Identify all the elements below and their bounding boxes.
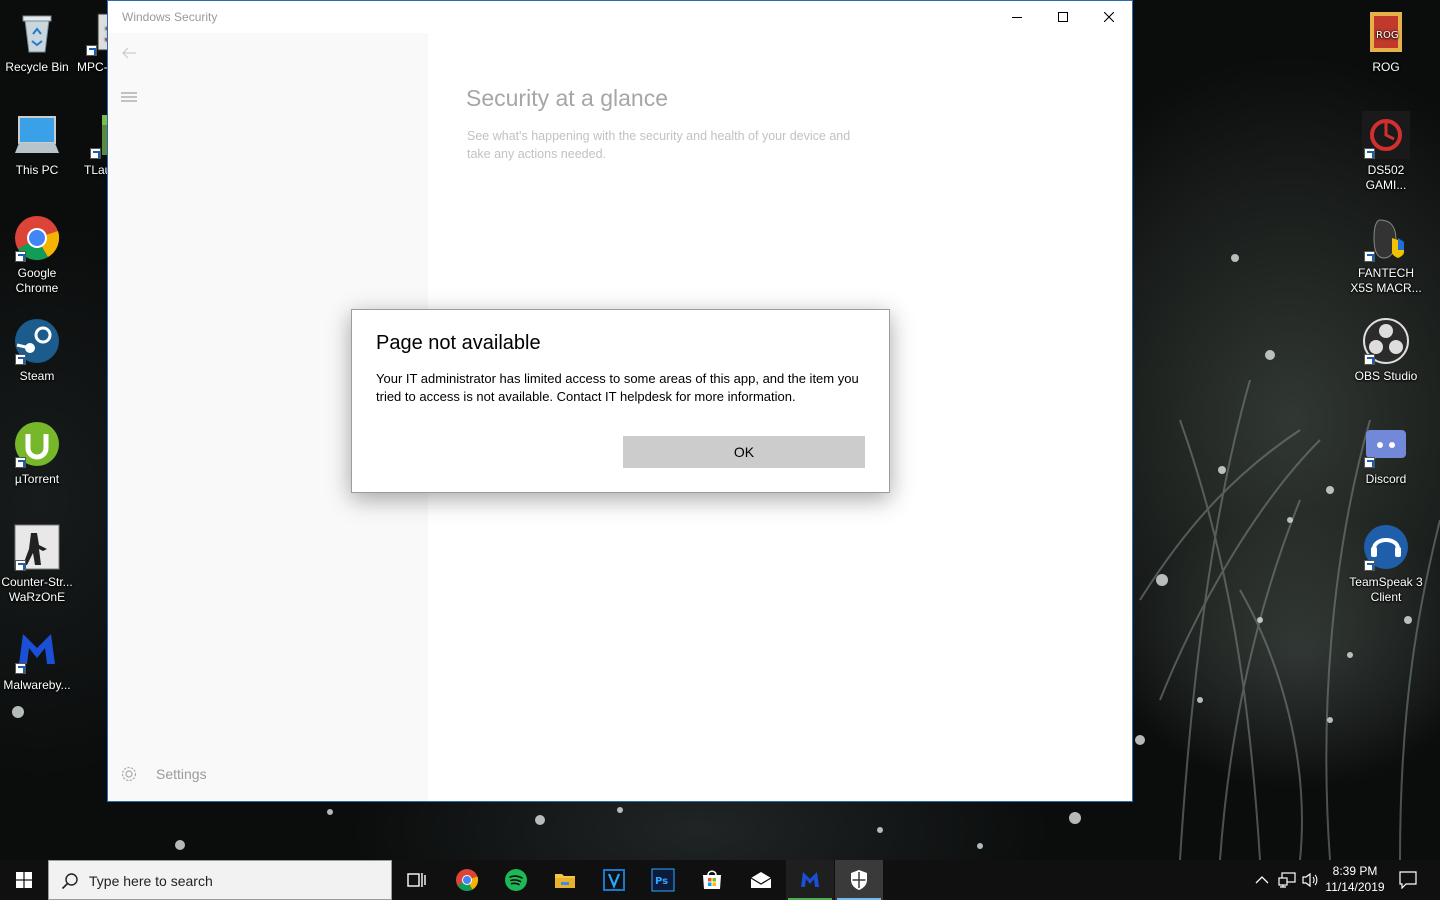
clock-date: 11/14/2019 [1325, 880, 1385, 894]
minimize-icon [1012, 17, 1022, 18]
notification-icon [1399, 871, 1417, 889]
malwarebytes-icon [801, 872, 819, 887]
desktop-icon-label: ROG [1372, 60, 1400, 74]
desktop-icon-label: OBS Studio [1354, 369, 1418, 383]
desktop-icon-label: µTorrent [14, 472, 60, 486]
desktop-icon-label: TeamSpeak 3 Client [1349, 575, 1423, 604]
photoshop-icon: Ps [651, 868, 675, 892]
windows-logo-icon [16, 872, 32, 888]
v-app-icon [603, 869, 625, 891]
desktop-icon-utorrent[interactable]: µTorrent [0, 420, 74, 487]
desktop-icon-label: TLau [84, 163, 108, 177]
taskbar: Type here to search Ps 8:39 PM 11/14/201… [0, 860, 1440, 900]
chrome-icon [456, 869, 479, 891]
desktop-icon-discord[interactable]: Discord [1349, 420, 1423, 487]
maximize-button[interactable] [1040, 1, 1086, 33]
start-button[interactable] [0, 860, 48, 900]
taskbar-v-app[interactable] [590, 860, 638, 900]
desktop-icon-mpc[interactable]: 3 MPC- [64, 8, 108, 75]
chevron-up-icon [1255, 876, 1269, 884]
taskbar-spotify[interactable] [492, 860, 540, 900]
hamburger-menu-icon [121, 92, 137, 102]
desktop-icon-teamspeak[interactable]: TeamSpeak 3 Client [1349, 523, 1423, 605]
close-button[interactable] [1086, 1, 1132, 33]
page-title: Security at a glance [466, 85, 669, 111]
desktop-icon-label: This PC [15, 163, 59, 177]
spotify-icon [505, 869, 527, 891]
sidebar-item-label: Settings [156, 766, 207, 782]
page-subtitle: See what's happening with the security a… [467, 129, 851, 161]
ok-button[interactable]: OK [623, 436, 865, 468]
taskbar-task-view[interactable] [392, 860, 440, 900]
taskbar-malwarebytes[interactable] [786, 860, 834, 900]
windows-security-icon [851, 870, 867, 890]
desktop-icon-label: Discord [1365, 472, 1407, 486]
clock-time: 8:39 PM [1332, 864, 1378, 878]
taskbar-store[interactable] [688, 860, 736, 900]
this-pc-icon [15, 116, 59, 153]
taskbar-file-explorer[interactable] [541, 860, 589, 900]
desktop-icon-chrome[interactable]: Google Chrome [0, 214, 74, 296]
desktop-icon-label: Malwareby... [3, 678, 71, 692]
taskbar-chrome[interactable] [443, 860, 491, 900]
desktop-icon-label: Google Chrome [15, 266, 59, 295]
desktop-icon-label: Steam [19, 369, 55, 383]
close-icon [1104, 12, 1114, 22]
rog-folder-icon: ROG [1370, 12, 1402, 52]
network-icon [1278, 872, 1296, 888]
svg-text:ROG: ROG [1376, 30, 1399, 41]
tray-overflow-button[interactable] [1252, 860, 1272, 900]
back-arrow-icon [122, 47, 136, 59]
desktop-icon-obs[interactable]: OBS Studio [1349, 317, 1423, 384]
store-icon [703, 870, 721, 889]
action-center-button[interactable] [1394, 860, 1422, 900]
desktop-icon-rog[interactable]: ROG ROG [1349, 8, 1423, 75]
gear-icon [121, 766, 137, 782]
taskbar-mail[interactable] [737, 860, 785, 900]
desktop-icon-label: Recycle Bin [5, 60, 69, 74]
dialog-message: Your IT administrator has limited access… [376, 371, 859, 404]
maximize-icon [1058, 12, 1068, 22]
search-box[interactable]: Type here to search [48, 860, 392, 900]
desktop-icon-label: FANTECH X5S MACR... [1350, 266, 1422, 295]
page-not-available-dialog: Page not available Your IT administrator… [351, 309, 890, 493]
back-button[interactable] [120, 44, 138, 62]
desktop-icon-label: DS502 GAMI... [1365, 163, 1407, 192]
title-bar[interactable]: Windows Security [108, 1, 1132, 33]
desktop-icon-label: MPC- [77, 60, 108, 74]
task-view-icon [407, 873, 426, 887]
volume-icon [1302, 872, 1318, 888]
search-icon [61, 873, 78, 890]
desktop-icon-steam[interactable]: Steam [0, 317, 74, 384]
sidebar-item-settings[interactable]: Settings [120, 763, 380, 785]
menu-button[interactable] [120, 89, 138, 103]
taskbar-windows-security[interactable] [835, 860, 883, 900]
file-explorer-icon [555, 874, 575, 888]
recycle-bin-icon [22, 15, 52, 53]
search-placeholder: Type here to search [89, 873, 213, 889]
tray-network[interactable] [1276, 860, 1298, 900]
taskbar-photoshop[interactable]: Ps [639, 860, 687, 900]
window-title: Windows Security [122, 10, 218, 24]
desktop-icon-counter-strike[interactable]: Counter-Str... WaRzOnE [0, 523, 74, 605]
dialog-title: Page not available [376, 332, 541, 354]
desktop-icon-fantech[interactable]: FANTECH X5S MACR... [1349, 214, 1423, 296]
minimize-button[interactable] [994, 1, 1040, 33]
desktop-icon-malwarebytes[interactable]: Malwareby... [0, 626, 74, 693]
desktop-icon-this-pc[interactable]: This PC [0, 111, 74, 178]
desktop-icon-tlauncher[interactable]: TLau [64, 111, 108, 178]
mail-icon [750, 872, 772, 888]
svg-text:Ps: Ps [655, 876, 668, 887]
taskbar-clock[interactable]: 8:39 PM 11/14/2019 [1318, 863, 1392, 895]
desktop-icon-recycle-bin[interactable]: Recycle Bin [0, 8, 74, 75]
desktop-icon-label: Counter-Str... WaRzOnE [1, 575, 73, 604]
desktop-icon-ds502[interactable]: DS502 GAMI... [1349, 111, 1423, 193]
tray-volume[interactable] [1300, 860, 1320, 900]
